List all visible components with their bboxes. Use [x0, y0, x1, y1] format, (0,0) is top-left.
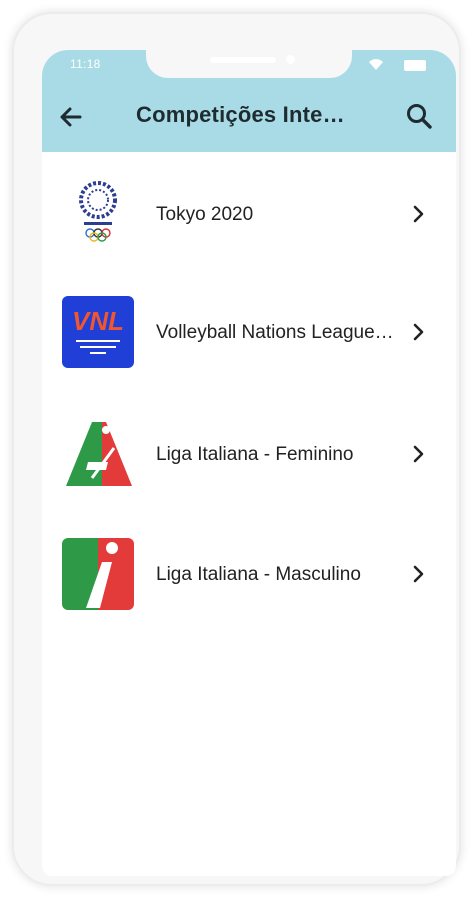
search-icon	[407, 104, 432, 129]
back-button[interactable]	[56, 102, 86, 132]
page-title: Competições Inte…	[136, 102, 345, 127]
camera-dot	[286, 55, 295, 64]
wifi-icon	[369, 59, 383, 70]
app-screen: 11:18 Competições Inte… Tokyo 2020 VNL V…	[42, 50, 456, 876]
app-bar: Competições Inte…	[42, 80, 456, 152]
battery-icon	[404, 60, 426, 71]
list-item-liga-italiana-masculino[interactable]: Liga Italiana - Masculino	[42, 516, 456, 626]
competition-label: Volleyball Nations League…	[156, 322, 394, 343]
phone-notch	[146, 50, 352, 78]
liga-italiana-masculino-logo	[62, 538, 134, 610]
competition-label: Liga Italiana - Feminino	[156, 444, 354, 465]
liga-italiana-feminino-logo	[66, 422, 132, 486]
speaker-slot	[210, 57, 276, 63]
status-bar: 11:18	[42, 50, 456, 80]
chevron-right-icon	[413, 205, 424, 223]
status-time: 11:18	[70, 57, 101, 71]
vnl-logo: VNL	[62, 296, 134, 368]
phone-frame: 11:18 Competições Inte… Tokyo 2020 VNL V…	[12, 12, 461, 886]
search-button[interactable]	[404, 101, 434, 131]
chevron-right-icon	[413, 565, 424, 583]
competition-label: Liga Italiana - Masculino	[156, 564, 361, 585]
list-item-tokyo-2020[interactable]: Tokyo 2020	[42, 156, 456, 266]
list-item-liga-italiana-feminino[interactable]: Liga Italiana - Feminino	[42, 396, 456, 506]
arrow-left-icon	[60, 107, 82, 127]
chevron-right-icon	[413, 323, 424, 341]
list-item-vnl[interactable]: VNL Volleyball Nations League…	[42, 274, 456, 384]
tokyo-2020-logo	[79, 181, 117, 242]
chevron-right-icon	[413, 445, 424, 463]
vnl-logo-text: VNL	[72, 306, 124, 336]
competition-label: Tokyo 2020	[156, 204, 254, 225]
